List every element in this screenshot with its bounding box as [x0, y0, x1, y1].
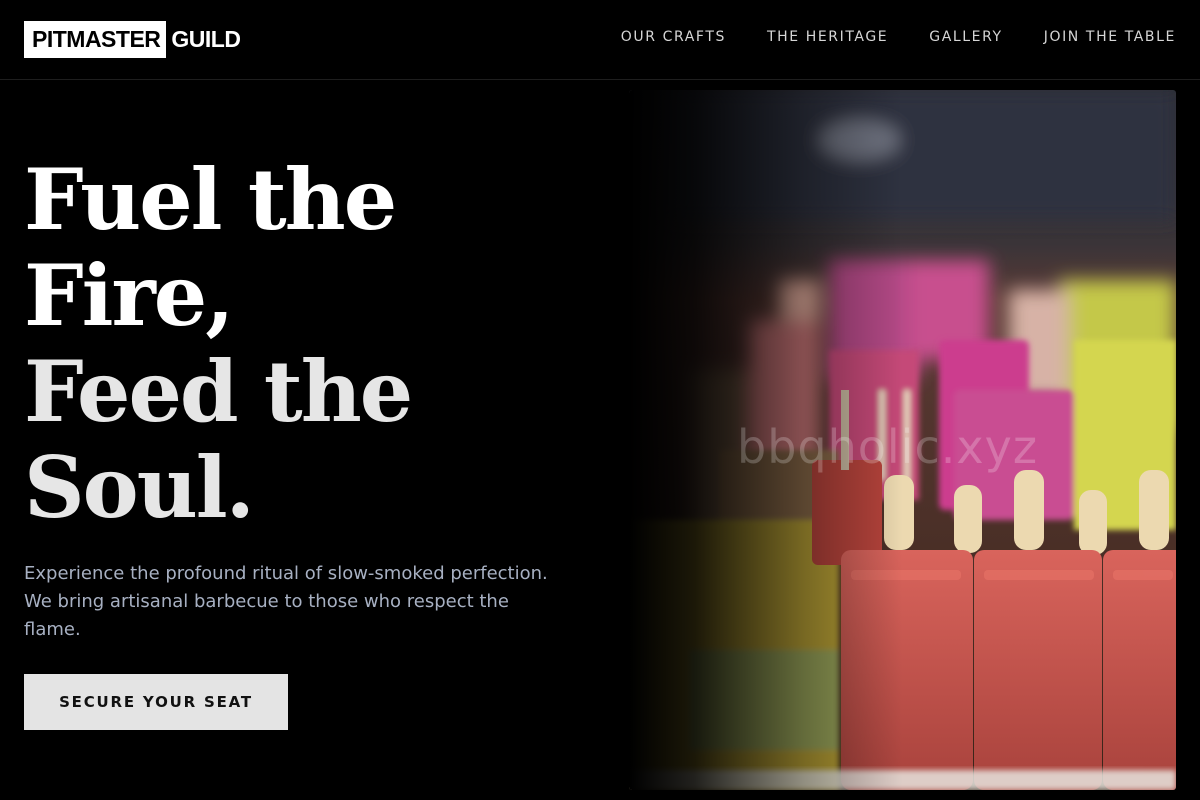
- hero-title-line-3: Feed the: [24, 342, 413, 441]
- main-nav: OUR CRAFTS THE HERITAGE GALLERY JOIN THE…: [621, 29, 1176, 45]
- hero-title-line-4: Soul.: [24, 438, 255, 537]
- nav-gallery[interactable]: GALLERY: [929, 29, 1002, 45]
- nav-join-the-table[interactable]: JOIN THE TABLE: [1044, 29, 1176, 45]
- hero-title-line-1: Fuel the: [24, 150, 397, 249]
- nav-our-crafts[interactable]: OUR CRAFTS: [621, 29, 726, 45]
- brand-logo[interactable]: PITMASTER GUILD: [24, 21, 241, 58]
- secure-seat-button[interactable]: SECURE YOUR SEAT: [24, 674, 288, 730]
- site-header: PITMASTER GUILD OUR CRAFTS THE HERITAGE …: [0, 0, 1200, 80]
- brand-logo-boxed: PITMASTER: [24, 21, 167, 58]
- hero-title: Fuel the Fire, Feed the Soul.: [24, 150, 413, 537]
- hero-title-line-2: Fire,: [24, 246, 235, 345]
- hero-subtitle: Experience the profound ritual of slow-s…: [24, 563, 548, 640]
- brand-logo-text: GUILD: [171, 26, 241, 52]
- nav-the-heritage[interactable]: THE HERITAGE: [767, 29, 888, 45]
- image-watermark: bbqholic.xyz: [737, 420, 1038, 474]
